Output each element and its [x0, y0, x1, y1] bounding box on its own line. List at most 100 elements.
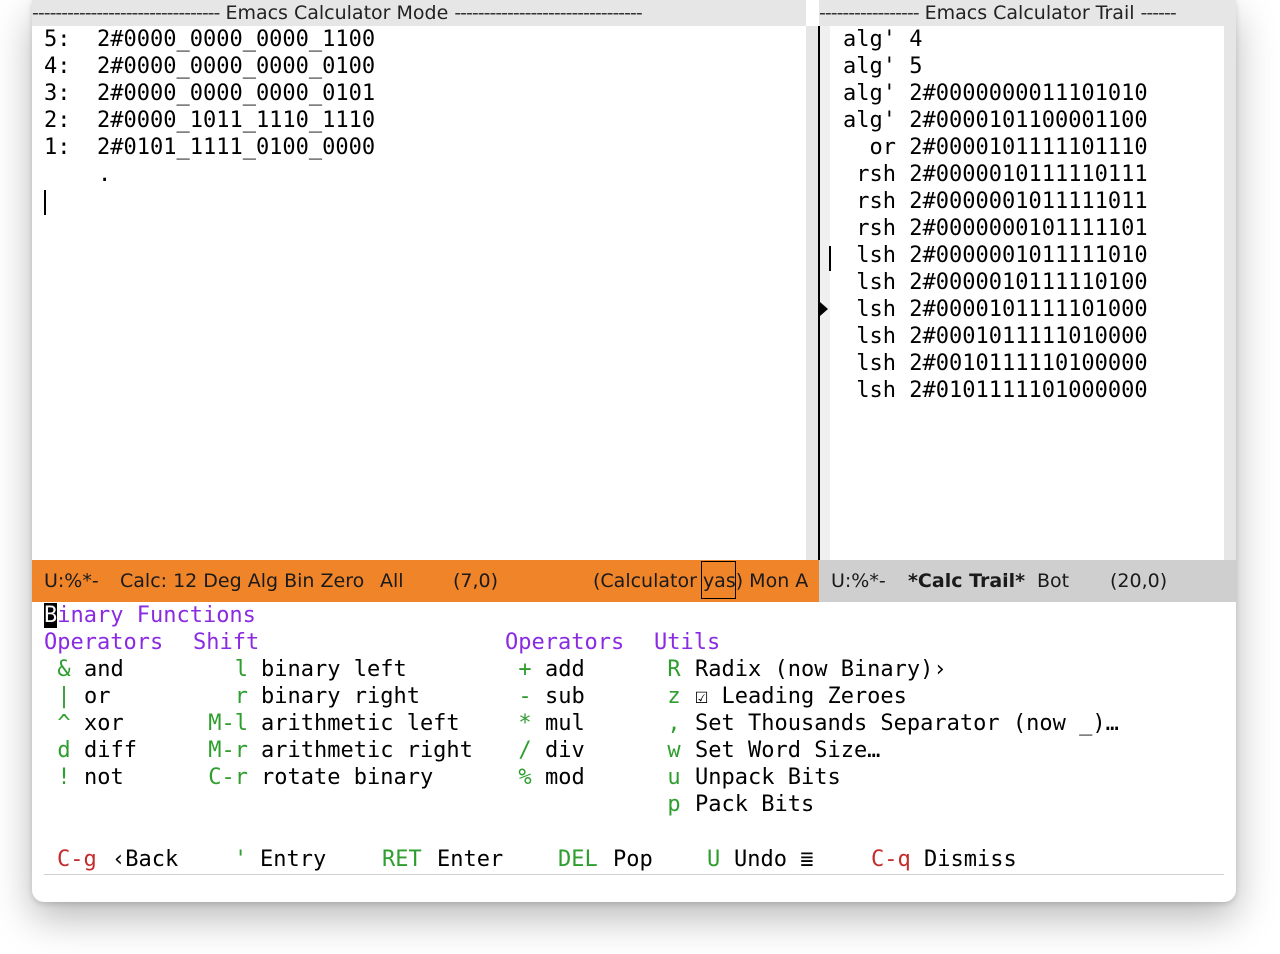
menu-item-arithmetic-right[interactable]: arithmetic right: [261, 737, 473, 764]
footer-pop-button[interactable]: Pop: [613, 846, 653, 873]
trail-value: 2#0000001011111011: [909, 189, 1148, 214]
trail-value: 2#0000000011101010: [909, 81, 1148, 106]
footer-dismiss-button[interactable]: Dismiss: [924, 846, 1017, 873]
calc-mode-title: Emacs Calculator Mode: [225, 2, 449, 24]
trail-entry[interactable]: lsh 2#0000101111101000: [830, 296, 1147, 323]
buffer-position: All: [380, 570, 404, 592]
calc-trail-mode-line[interactable]: U:%*- *Calc Trail* Bot (20,0): [819, 560, 1236, 602]
trail-entry[interactable]: lsh 2#0010111110100000: [830, 350, 1147, 377]
buffer-status: U:%*-: [44, 570, 99, 592]
calc-trail-header: ----------------- Emacs Calculator Trail…: [819, 0, 1236, 26]
footer-key-enter[interactable]: RET: [382, 846, 422, 873]
menu-item-add[interactable]: add: [545, 656, 585, 683]
key-not[interactable]: !: [44, 764, 84, 791]
stack-entry-5[interactable]: 5: 2#0000_0000_0000_1100: [44, 26, 375, 53]
footer-key-back[interactable]: C-g: [57, 846, 97, 873]
calc-trail-pane[interactable]: alg' 4 alg' 5 alg' 2#0000000011101010 alg' …: [829, 26, 1224, 560]
stack-entry-3[interactable]: 3: 2#0000_0000_0000_0101: [44, 80, 375, 107]
key-set-thousands-separator-now[interactable]: ,: [654, 710, 694, 737]
key-rotate-binary[interactable]: C-r: [193, 764, 248, 791]
stack-entry-2[interactable]: 2: 2#0000_1011_1110_1110: [44, 107, 375, 134]
menu-item-set-word-size[interactable]: Set Word Size…: [695, 737, 880, 764]
menu-item-rotate-binary[interactable]: rotate binary: [261, 764, 433, 791]
trail-entry[interactable]: alg' 2#0000000011101010: [830, 80, 1148, 107]
key-and[interactable]: &: [44, 656, 84, 683]
trail-entry[interactable]: lsh 2#0101111101000000: [830, 377, 1148, 404]
key-binary-left[interactable]: l: [193, 656, 248, 683]
menu-item-leading-zeroes[interactable]: ☑ Leading Zeroes: [695, 683, 907, 710]
calc-mode-line[interactable]: U:%*- Calc: 12 Deg Alg Bin Zero All (7,0…: [32, 560, 819, 602]
menu-item-and[interactable]: and: [84, 656, 124, 683]
key-div[interactable]: /: [505, 737, 545, 764]
menu-item-not[interactable]: not: [84, 764, 124, 791]
key-arithmetic-right[interactable]: M-r: [193, 737, 248, 764]
calc-trail-title: Emacs Calculator Trail: [924, 2, 1135, 24]
stack-entry-1[interactable]: 1: 2#0101_1111_0100_0000: [44, 134, 375, 161]
trail-entry[interactable]: lsh 2#0000001011111010: [830, 242, 1147, 269]
key-leading-zeroes[interactable]: z: [654, 683, 694, 710]
stack-entry-4[interactable]: 4: 2#0000_0000_0000_0100: [44, 53, 375, 80]
key-mod[interactable]: %: [505, 764, 545, 791]
menu-item-unpack-bits[interactable]: Unpack Bits: [695, 764, 841, 791]
key-unpack-bits[interactable]: u: [654, 764, 694, 791]
footer-entry-button[interactable]: Entry: [260, 846, 326, 873]
key-set-word-size[interactable]: w: [654, 737, 694, 764]
menu-item-diff[interactable]: diff: [84, 737, 137, 764]
trail-entry[interactable]: alg' 4: [830, 26, 923, 53]
window-divider[interactable]: [818, 26, 820, 560]
menu-item-binary-right[interactable]: binary right: [261, 683, 420, 710]
menu-item-xor[interactable]: xor: [84, 710, 124, 737]
key-or[interactable]: |: [44, 683, 84, 710]
menu-item-set-thousands-separator-now[interactable]: Set Thousands Separator (now _)…: [695, 710, 1119, 737]
key-mul[interactable]: *: [505, 710, 545, 737]
key-radix-now-binary[interactable]: R: [654, 656, 694, 683]
trail-op: alg': [843, 108, 896, 133]
menu-item-sub[interactable]: sub: [545, 683, 585, 710]
trail-op: lsh: [856, 324, 896, 349]
binary-functions-transient: Binary Functions Operators Shift Operato…: [44, 602, 1224, 874]
trail-value: 4: [909, 27, 923, 52]
transient-bottom-border: [44, 874, 1224, 875]
trail-entry[interactable]: rsh 2#0000001011111011: [830, 188, 1148, 215]
trail-buffer-name[interactable]: *Calc Trail*: [908, 560, 1025, 602]
shift-heading: Shift: [193, 630, 260, 655]
key-xor[interactable]: ^: [44, 710, 84, 737]
key-sub[interactable]: -: [505, 683, 545, 710]
footer-key-entry[interactable]: ': [234, 846, 247, 873]
trail-position: Bot: [1037, 570, 1070, 592]
footer-back-button[interactable]: ‹Back: [112, 846, 178, 873]
trail-value: 2#0000101111101110: [909, 135, 1148, 160]
operators-heading: Operators: [44, 630, 164, 655]
menu-item-pack-bits[interactable]: Pack Bits: [695, 791, 814, 818]
menu-item-div[interactable]: div: [545, 737, 585, 764]
footer-key-undo[interactable]: U: [707, 846, 720, 873]
menu-item-arithmetic-left[interactable]: arithmetic left: [261, 710, 460, 737]
trail-value: 2#0000010111110100: [909, 270, 1148, 295]
trail-entry[interactable]: rsh 2#0000010111110111: [830, 161, 1147, 188]
footer-enter-button[interactable]: Enter: [437, 846, 503, 873]
footer-key-dismiss[interactable]: C-q: [871, 846, 911, 873]
calc-stack-pane[interactable]: 5: 2#0000_0000_0000_1100 4: 2#0000_0000_…: [44, 26, 806, 560]
menu-item-radix-now-binary[interactable]: Radix (now Binary)›: [695, 656, 947, 683]
key-binary-right[interactable]: r: [193, 683, 248, 710]
trail-op: lsh: [856, 297, 896, 322]
key-pack-bits[interactable]: p: [654, 791, 694, 818]
key-add[interactable]: +: [505, 656, 545, 683]
trail-entry[interactable]: alg' 2#0000101100001100: [830, 107, 1148, 134]
calc-mode-indicator[interactable]: Calc: 12 Deg Alg Bin Zero: [120, 560, 364, 602]
footer-undo-button[interactable]: Undo ≣: [734, 846, 813, 873]
trail-entry[interactable]: or 2#0000101111101110: [830, 134, 1148, 161]
trail-entry[interactable]: lsh 2#0001011111010000: [830, 323, 1147, 350]
text-cursor: [44, 190, 46, 215]
menu-item-mod[interactable]: mod: [545, 764, 585, 791]
trail-entry[interactable]: lsh 2#0000010111110100: [830, 269, 1148, 296]
footer-key-pop[interactable]: DEL: [558, 846, 598, 873]
menu-item-mul[interactable]: mul: [545, 710, 585, 737]
key-arithmetic-left[interactable]: M-l: [193, 710, 248, 737]
trail-entry[interactable]: alg' 5: [830, 53, 922, 80]
trail-value: 2#0101111101000000: [909, 378, 1148, 403]
menu-item-binary-left[interactable]: binary left: [261, 656, 407, 683]
trail-entry[interactable]: rsh 2#0000000101111101: [830, 215, 1147, 242]
key-diff[interactable]: d: [44, 737, 84, 764]
menu-item-or[interactable]: or: [84, 683, 111, 710]
